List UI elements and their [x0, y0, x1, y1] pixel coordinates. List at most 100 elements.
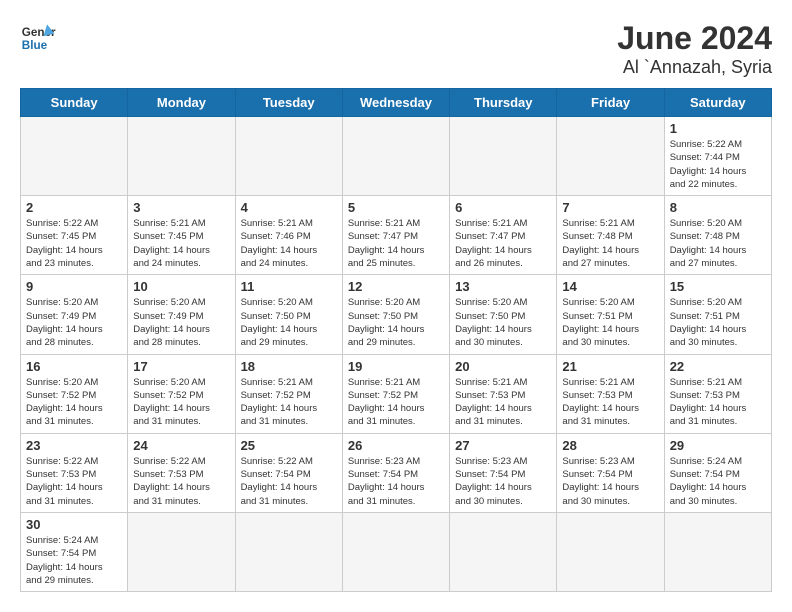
day-info: Sunrise: 5:20 AM Sunset: 7:51 PM Dayligh…	[562, 296, 658, 349]
day-number: 16	[26, 359, 122, 374]
table-row	[128, 117, 235, 196]
day-number: 23	[26, 438, 122, 453]
day-info: Sunrise: 5:22 AM Sunset: 7:53 PM Dayligh…	[26, 455, 122, 508]
table-row: 17Sunrise: 5:20 AM Sunset: 7:52 PM Dayli…	[128, 354, 235, 433]
day-info: Sunrise: 5:20 AM Sunset: 7:50 PM Dayligh…	[348, 296, 444, 349]
day-number: 17	[133, 359, 229, 374]
day-number: 6	[455, 200, 551, 215]
table-row: 9 Sunrise: 5:20 AM Sunset: 7:49 PM Daylig…	[21, 275, 128, 354]
days-header-row: Sunday Monday Tuesday Wednesday Thursday…	[21, 89, 772, 117]
table-row: 12 Sunrise: 5:20 AM Sunset: 7:50 PM Dayli…	[342, 275, 449, 354]
day-info: Sunrise: 5:20 AM Sunset: 7:49 PM Dayligh…	[133, 296, 229, 349]
table-row: 13Sunrise: 5:20 AM Sunset: 7:50 PM Dayli…	[450, 275, 557, 354]
table-row	[342, 117, 449, 196]
table-row: 1Sunrise: 5:22 AM Sunset: 7:44 PM Daylig…	[664, 117, 771, 196]
day-number: 8	[670, 200, 766, 215]
table-row: 5Sunrise: 5:21 AM Sunset: 7:47 PM Daylig…	[342, 196, 449, 275]
table-row: 15 Sunrise: 5:20 AM Sunset: 7:51 PM Dayli…	[664, 275, 771, 354]
calendar-week-row: 23 Sunrise: 5:22 AM Sunset: 7:53 PM Dayli…	[21, 433, 772, 512]
table-row: 14 Sunrise: 5:20 AM Sunset: 7:51 PM Dayli…	[557, 275, 664, 354]
day-number: 7	[562, 200, 658, 215]
day-info: Sunrise: 5:21 AM Sunset: 7:52 PM Dayligh…	[241, 376, 337, 429]
table-row	[21, 117, 128, 196]
day-number: 10	[133, 279, 229, 294]
day-number: 28	[562, 438, 658, 453]
day-info: Sunrise: 5:23 AM Sunset: 7:54 PM Dayligh…	[455, 455, 551, 508]
table-row: 3Sunrise: 5:21 AM Sunset: 7:45 PM Daylig…	[128, 196, 235, 275]
day-info: Sunrise: 5:21 AM Sunset: 7:47 PM Dayligh…	[455, 217, 551, 270]
table-row	[342, 512, 449, 591]
table-row: 11Sunrise: 5:20 AM Sunset: 7:50 PM Dayli…	[235, 275, 342, 354]
day-number: 27	[455, 438, 551, 453]
table-row: 19Sunrise: 5:21 AM Sunset: 7:52 PM Dayli…	[342, 354, 449, 433]
day-number: 13	[455, 279, 551, 294]
day-info: Sunrise: 5:24 AM Sunset: 7:54 PM Dayligh…	[670, 455, 766, 508]
day-number: 2	[26, 200, 122, 215]
day-number: 25	[241, 438, 337, 453]
table-row: 16 Sunrise: 5:20 AM Sunset: 7:52 PM Dayli…	[21, 354, 128, 433]
table-row: 27 Sunrise: 5:23 AM Sunset: 7:54 PM Dayli…	[450, 433, 557, 512]
table-row: 10 Sunrise: 5:20 AM Sunset: 7:49 PM Dayli…	[128, 275, 235, 354]
day-number: 20	[455, 359, 551, 374]
calendar-table: Sunday Monday Tuesday Wednesday Thursday…	[20, 88, 772, 592]
day-info: Sunrise: 5:23 AM Sunset: 7:54 PM Dayligh…	[348, 455, 444, 508]
header-wednesday: Wednesday	[342, 89, 449, 117]
table-row: 24 Sunrise: 5:22 AM Sunset: 7:53 PM Dayli…	[128, 433, 235, 512]
table-row: 4 Sunrise: 5:21 AM Sunset: 7:46 PM Daylig…	[235, 196, 342, 275]
table-row: 2 Sunrise: 5:22 AM Sunset: 7:45 PM Daylig…	[21, 196, 128, 275]
day-info: Sunrise: 5:20 AM Sunset: 7:52 PM Dayligh…	[26, 376, 122, 429]
day-number: 12	[348, 279, 444, 294]
calendar-week-row: 30Sunrise: 5:24 AM Sunset: 7:54 PM Dayli…	[21, 512, 772, 591]
day-info: Sunrise: 5:24 AM Sunset: 7:54 PM Dayligh…	[26, 534, 122, 587]
table-row	[450, 512, 557, 591]
day-info: Sunrise: 5:21 AM Sunset: 7:53 PM Dayligh…	[455, 376, 551, 429]
day-number: 15	[670, 279, 766, 294]
table-row: 22 Sunrise: 5:21 AM Sunset: 7:53 PM Dayli…	[664, 354, 771, 433]
day-number: 5	[348, 200, 444, 215]
general-blue-logo-icon: General Blue	[20, 20, 56, 56]
day-info: Sunrise: 5:22 AM Sunset: 7:53 PM Dayligh…	[133, 455, 229, 508]
table-row	[128, 512, 235, 591]
header: General Blue June 2024 Al `Annazah, Syri…	[20, 20, 772, 78]
day-number: 22	[670, 359, 766, 374]
day-info: Sunrise: 5:21 AM Sunset: 7:53 PM Dayligh…	[562, 376, 658, 429]
day-number: 24	[133, 438, 229, 453]
header-sunday: Sunday	[21, 89, 128, 117]
day-info: Sunrise: 5:20 AM Sunset: 7:51 PM Dayligh…	[670, 296, 766, 349]
table-row	[664, 512, 771, 591]
calendar-subtitle: Al `Annazah, Syria	[617, 57, 772, 78]
table-row	[557, 117, 664, 196]
day-number: 11	[241, 279, 337, 294]
page-container: General Blue June 2024 Al `Annazah, Syri…	[20, 20, 772, 592]
calendar-week-row: 1Sunrise: 5:22 AM Sunset: 7:44 PM Daylig…	[21, 117, 772, 196]
table-row: 21Sunrise: 5:21 AM Sunset: 7:53 PM Dayli…	[557, 354, 664, 433]
day-number: 14	[562, 279, 658, 294]
day-info: Sunrise: 5:21 AM Sunset: 7:53 PM Dayligh…	[670, 376, 766, 429]
table-row	[450, 117, 557, 196]
day-number: 18	[241, 359, 337, 374]
day-info: Sunrise: 5:21 AM Sunset: 7:46 PM Dayligh…	[241, 217, 337, 270]
table-row: 30Sunrise: 5:24 AM Sunset: 7:54 PM Dayli…	[21, 512, 128, 591]
day-info: Sunrise: 5:21 AM Sunset: 7:45 PM Dayligh…	[133, 217, 229, 270]
calendar-title: June 2024	[617, 20, 772, 57]
day-number: 1	[670, 121, 766, 136]
day-info: Sunrise: 5:22 AM Sunset: 7:54 PM Dayligh…	[241, 455, 337, 508]
day-number: 9	[26, 279, 122, 294]
day-info: Sunrise: 5:23 AM Sunset: 7:54 PM Dayligh…	[562, 455, 658, 508]
table-row	[235, 512, 342, 591]
header-saturday: Saturday	[664, 89, 771, 117]
table-row: 20 Sunrise: 5:21 AM Sunset: 7:53 PM Dayli…	[450, 354, 557, 433]
header-thursday: Thursday	[450, 89, 557, 117]
table-row: 29 Sunrise: 5:24 AM Sunset: 7:54 PM Dayli…	[664, 433, 771, 512]
svg-text:Blue: Blue	[22, 39, 48, 52]
day-info: Sunrise: 5:20 AM Sunset: 7:48 PM Dayligh…	[670, 217, 766, 270]
day-number: 4	[241, 200, 337, 215]
day-info: Sunrise: 5:22 AM Sunset: 7:45 PM Dayligh…	[26, 217, 122, 270]
calendar-week-row: 16 Sunrise: 5:20 AM Sunset: 7:52 PM Dayli…	[21, 354, 772, 433]
day-info: Sunrise: 5:21 AM Sunset: 7:48 PM Dayligh…	[562, 217, 658, 270]
day-number: 29	[670, 438, 766, 453]
day-number: 19	[348, 359, 444, 374]
logo: General Blue	[20, 20, 56, 56]
table-row	[557, 512, 664, 591]
day-info: Sunrise: 5:20 AM Sunset: 7:49 PM Dayligh…	[26, 296, 122, 349]
